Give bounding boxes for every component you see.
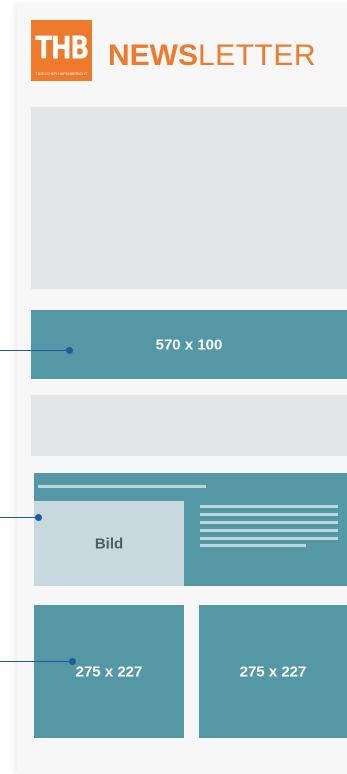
thb-logo: THB TÄGLICHER HAFENBERICHT <box>31 20 92 81</box>
tile-right-size-label: 275 x 227 <box>239 663 307 680</box>
logo-tagline: TÄGLICHER HAFENBERICHT <box>35 72 88 76</box>
text-strip-placeholder <box>31 395 347 456</box>
article-connector-dot <box>35 514 42 521</box>
tile-right: 275 x 227 <box>199 605 347 738</box>
article-connector-line <box>0 517 38 518</box>
banner-size-label: 570 x 100 <box>155 336 223 353</box>
article-image-label: Bild <box>94 535 124 552</box>
article-image-placeholder: Bild <box>34 501 184 586</box>
article-block: Bild <box>34 473 347 586</box>
title-bold-part: NEWS <box>108 39 198 72</box>
tile-left-size-label: 275 x 227 <box>75 663 143 680</box>
article-text-line <box>200 537 338 540</box>
article-text-line <box>200 513 338 516</box>
banner-block: 570 x 100 <box>31 310 347 379</box>
banner-connector-dot <box>66 347 73 354</box>
tile-left: 275 x 227 <box>34 605 184 738</box>
article-text-line <box>200 505 338 508</box>
article-headline-line <box>38 485 206 488</box>
newsletter-title: NEWSLETTER <box>108 37 316 75</box>
article-text-line <box>200 529 338 532</box>
logo-text: THB <box>35 29 89 66</box>
article-text-line <box>200 521 338 524</box>
hero-placeholder-block <box>31 107 347 289</box>
banner-connector-line <box>0 350 70 351</box>
article-text-line <box>200 544 306 547</box>
title-light-part: LETTER <box>198 39 317 72</box>
tile-connector-line <box>0 661 73 662</box>
tile-connector-dot <box>69 658 76 665</box>
